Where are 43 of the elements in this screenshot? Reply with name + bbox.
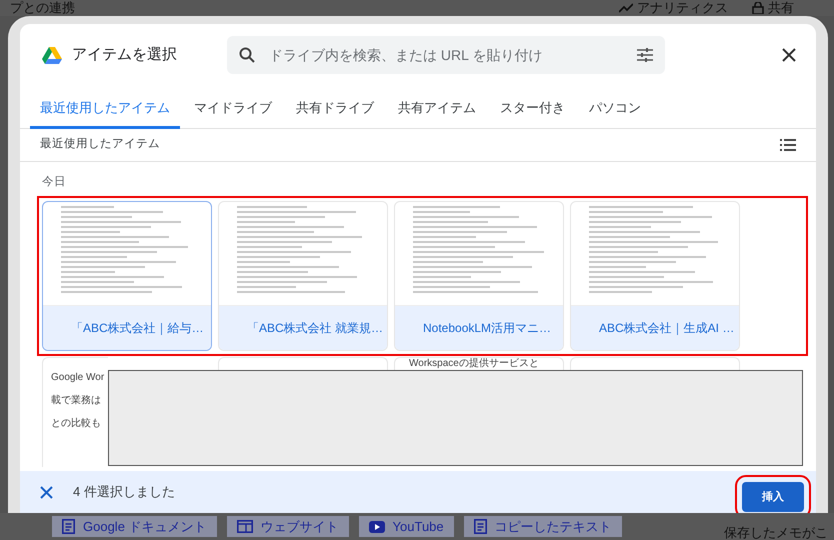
selection-count: 4 件選択しました <box>73 483 175 502</box>
search-icon <box>239 47 255 63</box>
hint-text: 保存したメモがこ <box>724 525 828 540</box>
document-icon <box>62 519 75 534</box>
source-chip[interactable]: コピーしたテキスト <box>464 516 622 537</box>
website-icon <box>236 520 253 533</box>
file-name: NotebookLM活用マニ… <box>423 320 552 338</box>
preview-text: Google Wor <box>51 371 106 386</box>
tab[interactable]: 共有ドライブ <box>286 89 384 129</box>
close-icon[interactable] <box>782 48 796 62</box>
drive-logo-icon <box>42 46 62 64</box>
file-card[interactable]: 「ABC株式会社｜給与… <box>42 201 212 352</box>
toolbar-link[interactable]: アナリティクス <box>637 0 728 16</box>
source-chip[interactable]: YouTube <box>358 516 454 537</box>
group-label: 今日 <box>42 174 67 190</box>
filter-sliders-icon[interactable] <box>637 48 653 62</box>
search-bar[interactable]: ドライブ内を検索、または URL を貼り付け <box>227 36 665 74</box>
preview-text: 載で業務は <box>51 394 102 408</box>
tab[interactable]: 共有アイテム <box>388 89 486 129</box>
tab[interactable]: マイドライブ <box>184 89 282 129</box>
tab[interactable]: 最近使用したアイテム <box>30 89 180 129</box>
source-chip[interactable]: ウェブサイト <box>226 516 349 537</box>
video-play-icon <box>368 520 385 532</box>
source-chip[interactable]: Google ドキュメント <box>52 516 217 537</box>
lock-icon <box>752 2 764 14</box>
list-view-icon[interactable] <box>780 139 796 151</box>
trend-icon <box>619 3 633 13</box>
file-name: ABC株式会社｜生成AI … <box>599 320 734 338</box>
preview-text: との比較も <box>51 416 102 432</box>
file-card[interactable]: ABC株式会社｜生成AI … <box>570 201 740 352</box>
search-input[interactable]: ドライブ内を検索、または URL を貼り付け <box>267 44 625 66</box>
tab[interactable]: パソコン <box>579 89 651 129</box>
file-name: 「ABC株式会社 就業規… <box>247 320 384 338</box>
file-card[interactable]: 「ABC株式会社 就業規… <box>218 201 388 352</box>
file-card[interactable]: NotebookLM活用マニ… <box>394 201 564 352</box>
document-icon <box>474 519 487 534</box>
toolbar-link[interactable]: 共有 <box>768 0 794 16</box>
section-title: 最近使用したアイテム <box>40 136 160 152</box>
insert-button[interactable]: 挿入 <box>742 482 804 512</box>
tab[interactable]: スター付き <box>490 89 575 129</box>
page-title: プとの連携 <box>10 0 75 16</box>
dialog-title: アイテムを選択 <box>72 44 178 65</box>
file-name: 「ABC株式会社｜給与… <box>71 320 204 338</box>
